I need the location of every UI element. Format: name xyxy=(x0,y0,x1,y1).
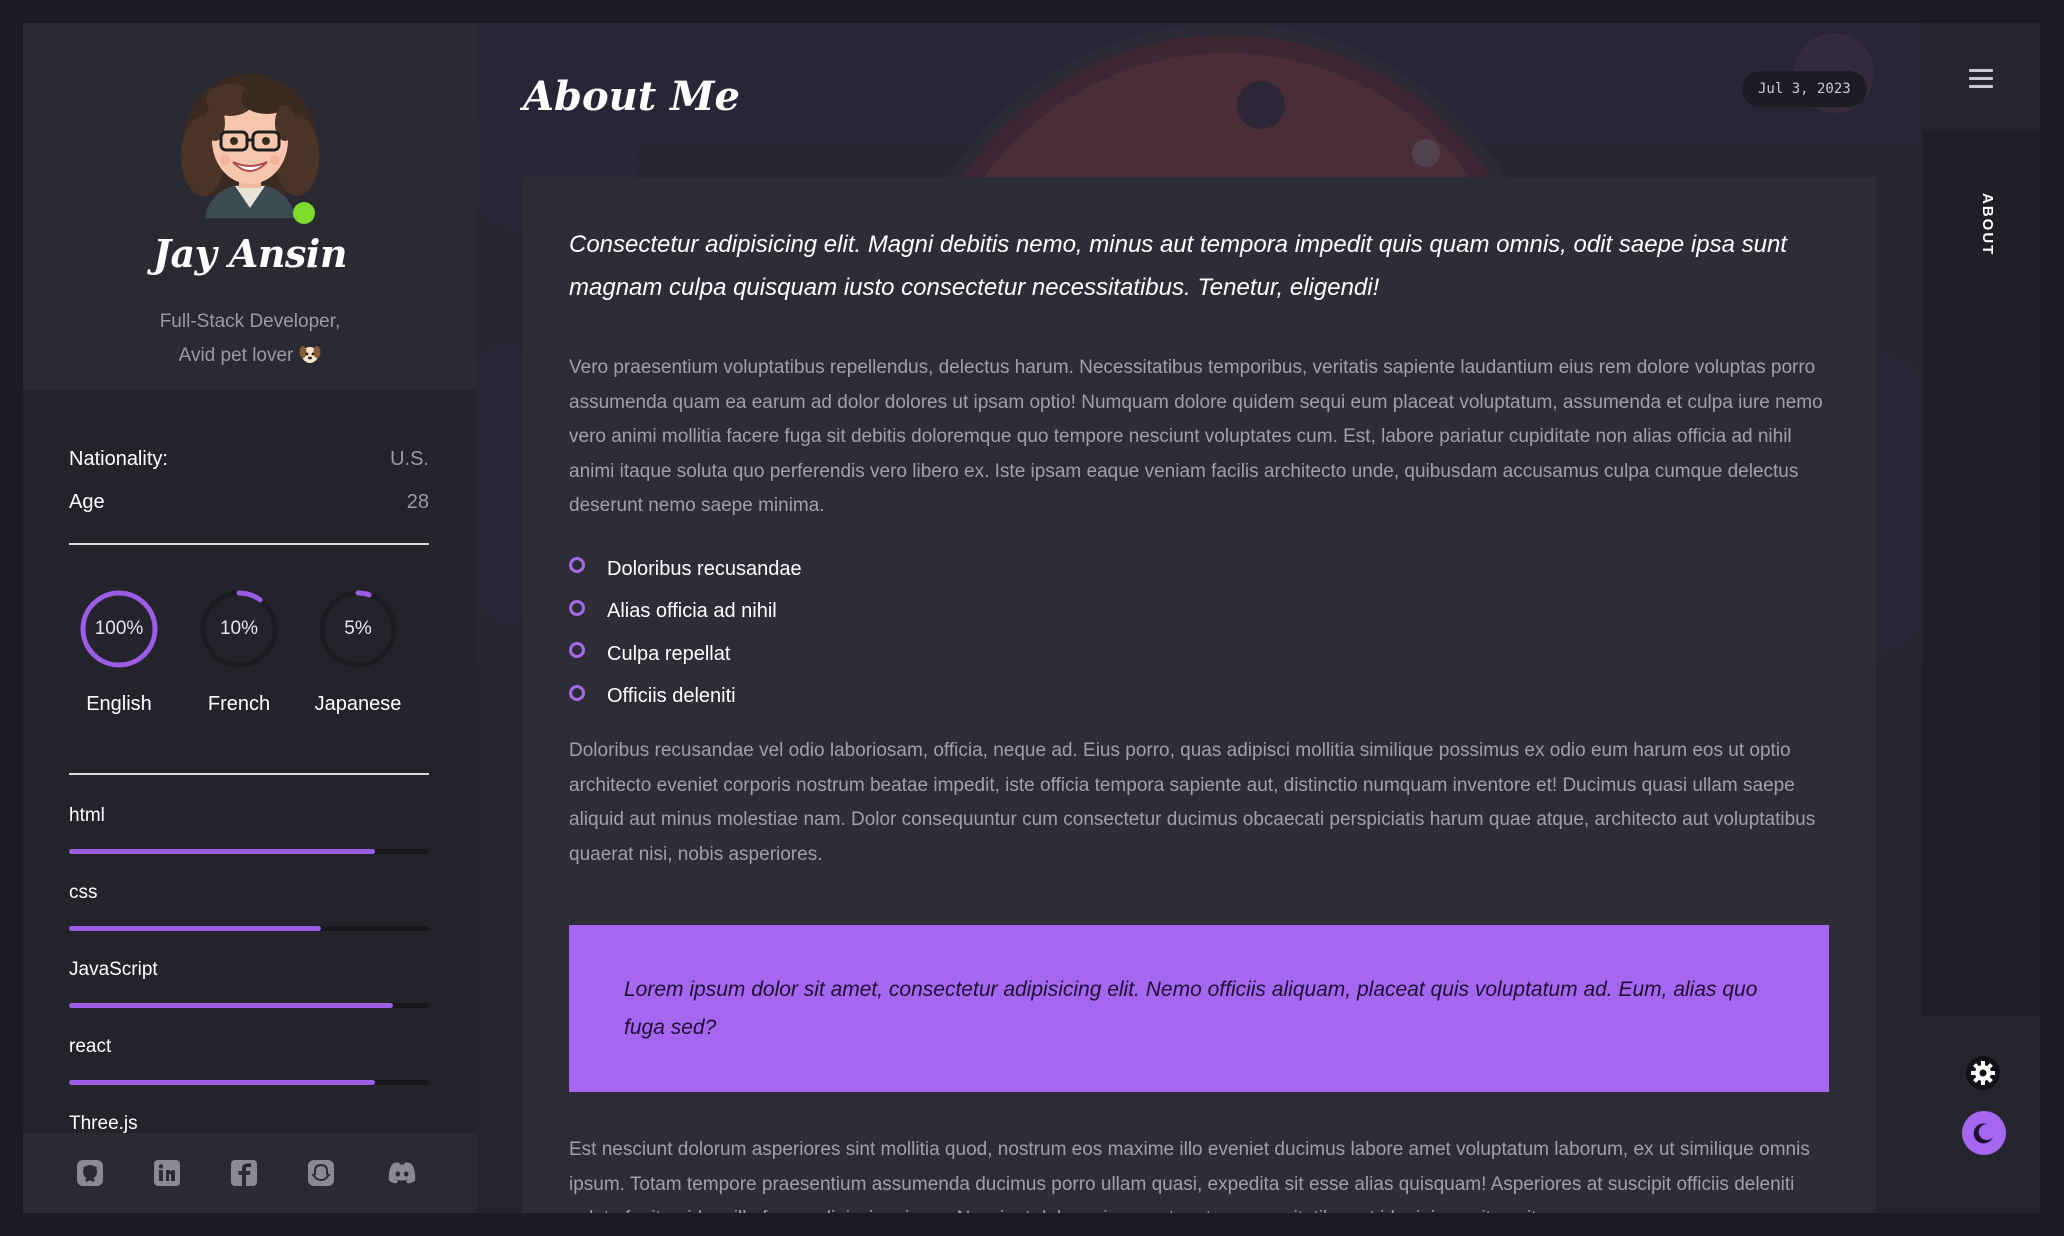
language-japanese: 5% Japanese xyxy=(308,589,408,716)
skill-react-label: react xyxy=(69,1036,112,1057)
right-navigation-rail: ABOUT xyxy=(1923,23,2040,1213)
date-badge: Jul 3, 2023 xyxy=(1742,71,1867,107)
skill-css-label: css xyxy=(69,882,98,903)
nationality-value: U.S. xyxy=(390,448,429,470)
avatar-image xyxy=(181,74,319,218)
snapchat-icon[interactable] xyxy=(306,1158,336,1188)
bullet-list: Doloribus recusandae Alias officia ad ni… xyxy=(569,548,1469,718)
profile-name: Jay Ansin xyxy=(153,231,347,276)
role-line-1: Full-Stack Developer, xyxy=(159,311,341,332)
skill-html: html xyxy=(69,793,429,870)
language-english-percent: 100% xyxy=(94,618,144,639)
online-status-indicator xyxy=(293,202,315,224)
app-frame: Jay Ansin Full-Stack Developer, Avid pet… xyxy=(23,23,2040,1213)
language-skills: 100% English 10% French 5% Japanese xyxy=(69,589,429,729)
skill-react-track xyxy=(69,1080,429,1085)
language-english: 100% English xyxy=(69,589,169,716)
skill-css-track xyxy=(69,926,429,931)
language-french-percent: 10% xyxy=(219,618,259,639)
profile-header: Jay Ansin Full-Stack Developer, Avid pet… xyxy=(23,23,477,390)
age-value: 28 xyxy=(406,491,429,513)
skill-javascript-track xyxy=(69,1003,429,1008)
age-label: Age xyxy=(69,491,105,513)
info-divider xyxy=(69,543,429,545)
nationality-label: Nationality: xyxy=(69,448,168,470)
list-item: Alias officia ad nihil xyxy=(569,591,1469,634)
discord-icon[interactable] xyxy=(387,1158,417,1188)
facebook-icon[interactable] xyxy=(229,1158,259,1188)
hamburger-menu-icon[interactable] xyxy=(1969,69,1993,89)
bullet-circle-icon xyxy=(569,599,585,616)
list-item-text: Alias officia ad nihil xyxy=(607,600,777,623)
skill-html-label: html xyxy=(69,805,105,826)
list-item: Culpa repellat xyxy=(569,633,1469,676)
rail-footer xyxy=(1923,1016,2040,1213)
lead-paragraph: Consectetur adipisicing elit. Magni debi… xyxy=(569,231,1787,301)
list-item: Officiis deleniti xyxy=(569,676,1469,719)
bullet-circle-icon xyxy=(569,557,585,574)
dog-face-icon xyxy=(299,339,321,373)
skill-bars: html css JavaScript react Three.js xyxy=(69,793,429,1178)
language-japanese-percent: 5% xyxy=(344,618,372,639)
bullet-circle-icon xyxy=(569,642,585,659)
skill-react: react xyxy=(69,1024,429,1101)
language-japanese-name: Japanese xyxy=(314,693,402,715)
skill-html-fill xyxy=(69,849,375,854)
language-french: 10% French xyxy=(189,589,289,716)
language-french-name: French xyxy=(207,693,271,715)
list-item-text: Officiis deleniti xyxy=(607,685,736,708)
skill-html-track xyxy=(69,849,429,854)
skill-javascript-fill xyxy=(69,1003,393,1008)
info-row-nationality: Nationality: U.S. xyxy=(69,438,429,481)
skill-javascript: JavaScript xyxy=(69,947,429,1024)
highlight-quote: Lorem ipsum dolor sit amet, consectetur … xyxy=(569,925,1829,1092)
info-row-age: Age 28 xyxy=(69,481,429,524)
moon-icon[interactable] xyxy=(1962,1111,2006,1155)
social-links xyxy=(23,1133,477,1213)
body-paragraph-1: Vero praesentium voluptatibus repellendu… xyxy=(569,357,1823,516)
personal-info: Nationality: U.S. Age 28 xyxy=(69,438,429,524)
profile-role: Full-Stack Developer, Avid pet lover xyxy=(23,305,477,373)
about-card: Consectetur adipisicing elit. Magni debi… xyxy=(523,177,1876,1213)
list-item-text: Culpa repellat xyxy=(607,642,731,665)
role-line-2: Avid pet lover xyxy=(23,339,477,373)
main-content: About Me Jul 3, 2023 Consectetur adipisi… xyxy=(477,23,1923,1213)
body-paragraph-2: Doloribus recusandae vel odio laboriosam… xyxy=(569,740,1816,865)
role-line-2-text: Avid pet lover xyxy=(178,345,294,366)
body-paragraph-3: Est nesciunt dolorum asperiores sint mol… xyxy=(569,1139,1810,1213)
languages-divider xyxy=(69,773,429,775)
quote-text: Lorem ipsum dolor sit amet, consectetur … xyxy=(624,978,1758,1039)
skill-react-fill xyxy=(69,1080,375,1085)
avatar xyxy=(175,68,325,224)
profile-sidebar: Jay Ansin Full-Stack Developer, Avid pet… xyxy=(23,23,477,1213)
language-english-name: English xyxy=(86,693,152,715)
linkedin-icon[interactable] xyxy=(152,1158,182,1188)
gear-icon[interactable] xyxy=(1966,1056,2000,1090)
rail-header xyxy=(1923,23,2040,131)
list-item: Doloribus recusandae xyxy=(569,548,1469,591)
page-title: About Me xyxy=(523,73,740,120)
bullet-circle-icon xyxy=(569,684,585,701)
tab-about[interactable]: ABOUT xyxy=(1968,193,1996,283)
skill-threejs-label: Three.js xyxy=(69,1113,138,1134)
skill-css: css xyxy=(69,870,429,947)
skill-css-fill xyxy=(69,926,321,931)
skill-javascript-label: JavaScript xyxy=(69,959,158,980)
github-icon[interactable] xyxy=(75,1158,105,1188)
list-item-text: Doloribus recusandae xyxy=(607,557,802,580)
